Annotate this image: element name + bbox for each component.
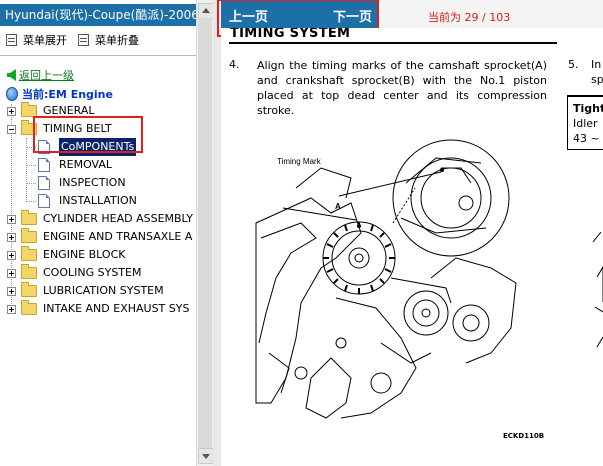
collapse-all-button[interactable]: 菜单折叠 xyxy=(78,32,139,48)
expand-all-label: 菜单展开 xyxy=(23,34,67,47)
collapse-toggle-icon[interactable] xyxy=(7,124,16,134)
callout-a-label: A xyxy=(335,202,341,211)
folder-icon xyxy=(21,246,37,261)
expand-toggle-icon[interactable] xyxy=(7,268,16,278)
document-icon xyxy=(38,194,50,208)
scrollbar-thumb[interactable] xyxy=(198,18,212,458)
collapse-all-label: 菜单折叠 xyxy=(95,34,139,47)
expand-toggle-icon[interactable] xyxy=(7,250,16,260)
folder-open-icon xyxy=(21,120,37,135)
tree-item-label: REMOVAL xyxy=(59,158,113,171)
current-section-label: 当前:EM Engine xyxy=(22,88,113,101)
tree-folder-cylinder-head[interactable]: CYLINDER HEAD ASSEMBLY xyxy=(7,210,193,228)
expand-toggle-icon[interactable] xyxy=(7,286,16,296)
tree-folder-label: ENGINE BLOCK xyxy=(43,248,126,261)
tree-folder-label: TIMING BELT xyxy=(43,122,112,135)
tree-scrollbar[interactable] xyxy=(196,0,214,466)
tree-folder-label: CYLINDER HEAD ASSEMBLY xyxy=(43,212,193,225)
step-text: Align the timing marks of the camshaft s… xyxy=(257,59,547,117)
section-title: TIMING SYSTEM xyxy=(230,28,351,41)
back-link-label: 返回上一级 xyxy=(19,69,74,82)
folder-icon xyxy=(21,102,37,117)
expand-toggle-icon[interactable] xyxy=(7,232,16,242)
tree-folder-timing-belt[interactable]: TIMING BELT xyxy=(7,120,112,138)
page-counter: 当前为 29 / 103 xyxy=(428,11,511,24)
tree-connector xyxy=(27,201,36,202)
tree-item-removal[interactable]: REMOVAL xyxy=(38,156,112,174)
window-title: Hyundai(现代)-Coupe(酷派)-2006 xyxy=(0,4,201,26)
folder-icon xyxy=(21,264,37,279)
engine-illustration: Timing Mark A xyxy=(255,139,517,419)
tree-connector xyxy=(27,165,36,166)
tree-connector xyxy=(27,183,36,184)
tree-folder-engine-transaxle[interactable]: ENGINE AND TRANSAXLE A xyxy=(7,228,192,246)
step-4: 4. Align the timing marks of the camshaf… xyxy=(229,58,547,118)
tree-folder-engine-block[interactable]: ENGINE BLOCK xyxy=(7,246,125,264)
tree-item-installation[interactable]: INSTALLATION xyxy=(38,192,137,210)
expand-toggle-icon[interactable] xyxy=(7,106,16,116)
tree-folder-label: ENGINE AND TRANSAXLE A xyxy=(43,230,193,243)
document-icon xyxy=(38,140,50,154)
folder-icon xyxy=(21,282,37,297)
tree-item-label: CoMPONENTs xyxy=(59,138,137,156)
figure-code: ECKD110B xyxy=(503,432,545,440)
document-icon xyxy=(38,158,50,172)
tree-folder-label: COOLING SYSTEM xyxy=(43,266,142,279)
scroll-up-arrow-icon[interactable] xyxy=(198,3,214,19)
tree-item-components[interactable]: CoMPONENTs xyxy=(38,138,137,156)
expand-toggle-icon[interactable] xyxy=(7,214,16,224)
document-icon xyxy=(38,176,50,190)
tree-folder-lubrication-system[interactable]: LUBRICATION SYSTEM xyxy=(7,282,164,300)
tree-folder-label: LUBRICATION SYSTEM xyxy=(43,284,164,297)
tree-item-label: INSTALLATION xyxy=(59,194,137,207)
folder-icon xyxy=(21,210,37,225)
tree-item-inspection[interactable]: INSPECTION xyxy=(38,174,126,192)
current-section: 当前:EM Engine xyxy=(6,86,113,102)
folder-icon xyxy=(21,228,37,243)
back-link[interactable]: 返回上一级 xyxy=(7,67,74,83)
tree-folder-cooling-system[interactable]: COOLING SYSTEM xyxy=(7,264,141,282)
tree-item-label: INSPECTION xyxy=(59,176,126,189)
prev-page-button[interactable]: 上一页 xyxy=(229,6,268,25)
tree-folder-label: INTAKE AND EXHAUST SYS xyxy=(43,302,190,315)
navigation-panel: Hyundai(现代)-Coupe(酷派)-2006 菜单展开 菜单折叠 返回上… xyxy=(0,0,214,466)
next-page-button[interactable]: 下一页 xyxy=(333,6,372,25)
step-number: 4. xyxy=(229,58,240,71)
document-viewer: TIMING SYSTEM 4. Align the timing marks … xyxy=(221,28,603,466)
scroll-down-arrow-icon[interactable] xyxy=(198,448,214,464)
folder-icon xyxy=(21,300,37,315)
back-arrow-icon xyxy=(7,69,16,81)
tree-connector xyxy=(27,147,36,148)
tree-folder-intake-exhaust[interactable]: INTAKE AND EXHAUST SYS xyxy=(7,300,189,318)
expand-all-button[interactable]: 菜单展开 xyxy=(6,32,67,48)
divider xyxy=(0,55,213,56)
expand-toggle-icon[interactable] xyxy=(7,304,16,314)
menu-toolbar: 菜单展开 菜单折叠 xyxy=(0,30,213,48)
globe-icon xyxy=(6,87,18,101)
timing-mark-label: Timing Mark xyxy=(277,157,322,166)
page-nav-bar: 上一页 下一页 xyxy=(221,0,378,28)
next-illustration xyxy=(592,231,603,348)
title-rule xyxy=(229,42,557,44)
tree-folder-label: GENERAL xyxy=(43,104,95,117)
menu-icon xyxy=(6,34,17,46)
menu-icon xyxy=(78,34,89,46)
tree-folder-general[interactable]: GENERAL xyxy=(7,102,95,120)
